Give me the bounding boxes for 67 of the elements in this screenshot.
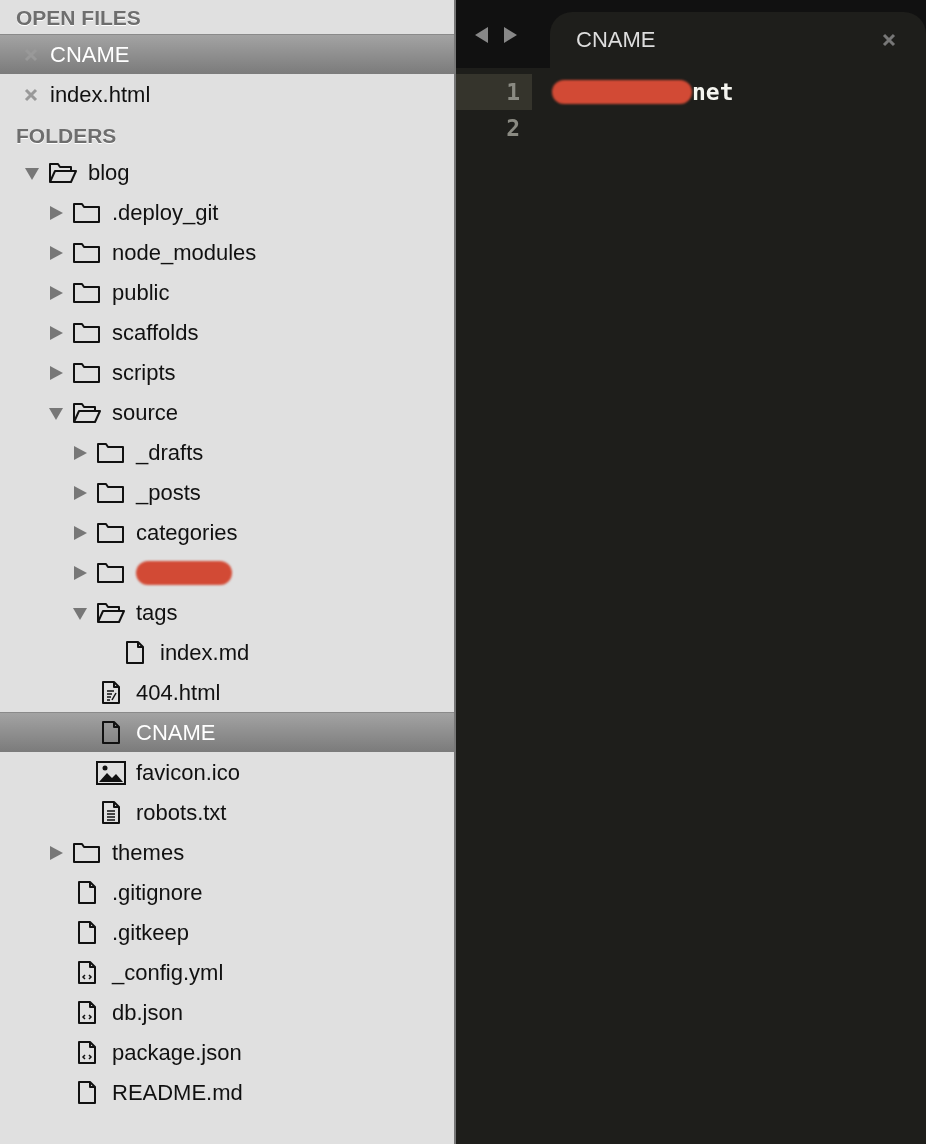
close-icon[interactable] — [882, 33, 896, 47]
file-icon — [124, 639, 146, 666]
tree-item[interactable]: _drafts — [0, 432, 454, 472]
code-text: net — [692, 79, 734, 105]
folder-icon — [96, 440, 126, 465]
open-folder-icon — [96, 600, 126, 625]
left-arrow-icon[interactable] — [474, 26, 490, 44]
text-file-icon — [100, 799, 122, 826]
collapsed-arrow-icon[interactable] — [72, 524, 88, 541]
folder-icon — [96, 480, 126, 505]
folder-icon — [72, 840, 102, 865]
code-file-icon — [76, 959, 98, 986]
tree-item[interactable]: README.md — [0, 1072, 454, 1112]
collapsed-arrow-icon[interactable] — [48, 364, 64, 381]
close-icon[interactable] — [24, 87, 38, 102]
collapsed-arrow-icon[interactable] — [48, 244, 64, 261]
code-file-icon — [76, 999, 98, 1026]
right-arrow-icon[interactable] — [502, 26, 518, 44]
section-header: FOLDERS — [15, 123, 118, 149]
open-folder-icon — [48, 160, 78, 185]
open-file-item[interactable]: index.html — [0, 74, 454, 114]
collapsed-arrow-icon[interactable] — [48, 324, 64, 341]
file-icon — [100, 719, 122, 746]
collapsed-arrow-icon[interactable] — [48, 844, 64, 861]
code-file-icon — [76, 1039, 98, 1066]
open-folder-icon — [72, 400, 102, 425]
collapsed-arrow-icon[interactable] — [72, 484, 88, 501]
editor-tab[interactable]: CNAME — [550, 12, 926, 68]
tree-item[interactable]: _config.yml — [0, 952, 454, 992]
line-number: 1 — [456, 74, 532, 110]
tree-item[interactable]: 404.html — [0, 672, 454, 712]
tree-item[interactable]: scaffolds — [0, 312, 454, 352]
file-icon — [76, 1079, 98, 1106]
file-icon — [76, 919, 98, 946]
tree-item[interactable]: _posts — [0, 472, 454, 512]
collapsed-arrow-icon[interactable] — [72, 444, 88, 461]
tree-item[interactable]: themes — [0, 832, 454, 872]
folder-icon — [72, 360, 102, 385]
tree-item[interactable]: .gitignore — [0, 872, 454, 912]
tree-item[interactable]: .gitkeep — [0, 912, 454, 952]
tree-item[interactable]: favicon.ico — [0, 752, 454, 792]
tree-item[interactable]: public — [0, 272, 454, 312]
folder-icon — [96, 520, 126, 545]
tree-item[interactable]: scripts — [0, 352, 454, 392]
tree-item[interactable]: blog — [0, 152, 454, 192]
image-file-icon — [96, 759, 126, 786]
tree-item[interactable]: db.json — [0, 992, 454, 1032]
tree-item[interactable]: source — [0, 392, 454, 432]
collapsed-arrow-icon[interactable] — [72, 564, 88, 581]
folder-icon — [72, 240, 102, 265]
collapsed-arrow-icon[interactable] — [48, 284, 64, 301]
tree-item[interactable]: robots.txt — [0, 792, 454, 832]
section-header: OPEN FILES — [15, 5, 142, 31]
folder-icon — [72, 280, 102, 305]
tree-item[interactable]: node_modules — [0, 232, 454, 272]
folder-icon — [96, 560, 126, 585]
folder-icon — [72, 200, 102, 225]
file-icon — [76, 879, 98, 906]
tree-item[interactable]: tags — [0, 592, 454, 632]
collapsed-arrow-icon[interactable] — [48, 204, 64, 221]
line-number: 2 — [505, 114, 521, 143]
tree-item[interactable]: index.md — [0, 632, 454, 672]
tree-item[interactable]: package.json — [0, 1032, 454, 1072]
folder-icon — [72, 320, 102, 345]
tree-item[interactable]: categories — [0, 512, 454, 552]
tree-item[interactable]: .deploy_git — [0, 192, 454, 232]
text-file-icon — [100, 679, 122, 706]
